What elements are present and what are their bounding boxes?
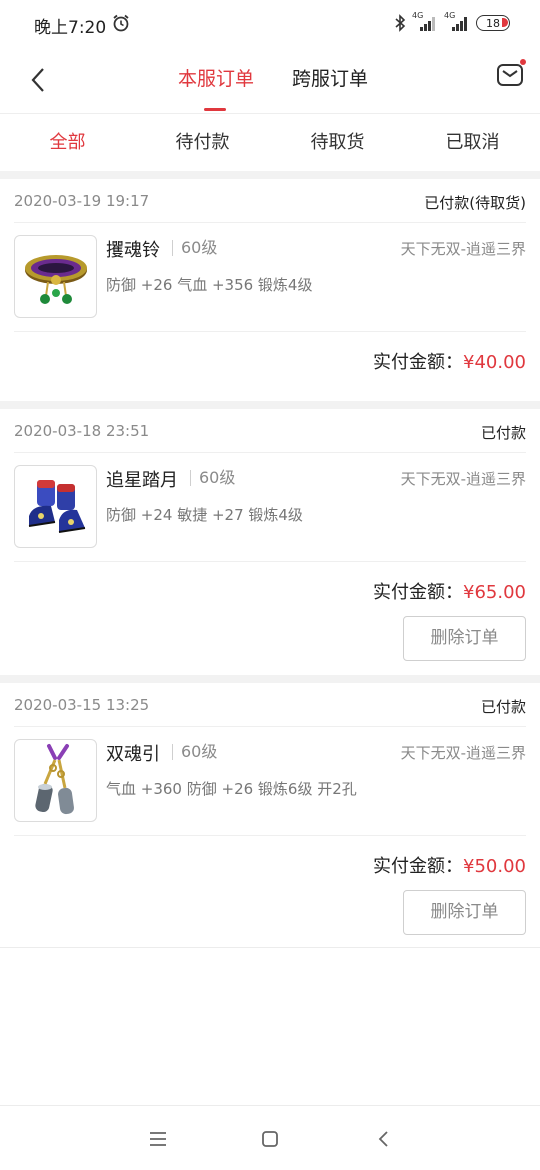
item-attributes: 气血 +360 防御 +26 锻炼6级 开2孔 [106, 780, 357, 798]
section-gap [0, 171, 540, 179]
envelope-icon [497, 64, 523, 86]
home-button[interactable] [255, 1124, 285, 1154]
system-nav-bar [0, 1105, 540, 1170]
order-card[interactable]: 2020-03-19 19:17 已付款(待取货) 攫魂铃 60级 天下无双-逍… [0, 179, 540, 401]
paid-amount: 实付金额：¥40.00 [373, 348, 526, 374]
order-status: 已付款 [480, 698, 526, 716]
boots-icon [14, 465, 97, 548]
paid-amount: 实付金额：¥50.00 [373, 852, 526, 878]
order-header: 2020-03-18 23:51 已付款 [14, 409, 526, 453]
tab-cross-server-orders[interactable]: 跨服订单 [292, 64, 368, 91]
triangle-back-icon [378, 1131, 388, 1147]
list-end-divider [0, 947, 540, 948]
amount-label: 实付金额： [373, 582, 464, 603]
active-tab-indicator [204, 108, 226, 111]
section-gap [0, 401, 540, 409]
divider [14, 561, 526, 562]
order-time: 2020-03-15 13:25 [14, 696, 150, 714]
status-time: 晚上7:20 [34, 18, 107, 38]
amount-value: ¥50.00 [463, 856, 526, 877]
tab-pending-pickup[interactable]: 待取货 [270, 114, 405, 171]
order-card[interactable]: 2020-03-18 23:51 已付款 追星踏月 60级 天下无双-逍遥三界 … [0, 409, 540, 675]
battery-icon: 18 [476, 15, 510, 31]
alarm-clock-icon [111, 13, 131, 33]
tab-pending-payment[interactable]: 待付款 [135, 114, 270, 171]
status-icons: 4G 4G 18 [394, 11, 510, 34]
item-server: 天下无双-逍遥三界 [400, 744, 526, 762]
delete-order-button[interactable]: 删除订单 [403, 616, 526, 661]
amount-label: 实付金额： [373, 352, 464, 373]
divider [14, 835, 526, 836]
amount-value: ¥65.00 [463, 582, 526, 603]
bluetooth-icon [394, 14, 406, 32]
order-header: 2020-03-19 19:17 已付款(待取货) [14, 179, 526, 223]
order-card[interactable]: 2020-03-15 13:25 已付款 双魂引 60级 天下无双-逍遥三界 气… [0, 683, 540, 947]
divider [14, 331, 526, 332]
signal-icon-1: 4G [412, 11, 438, 32]
tab-cancelled[interactable]: 已取消 [405, 114, 540, 171]
chevron-left-icon [31, 68, 44, 92]
square-home-icon [262, 1131, 278, 1147]
unread-dot [520, 59, 526, 65]
paid-amount: 实付金额：¥65.00 [373, 578, 526, 604]
tab-all[interactable]: 全部 [0, 114, 135, 171]
amount-label: 实付金额： [373, 856, 464, 877]
menu-icon [150, 1132, 166, 1146]
item-server: 天下无双-逍遥三界 [400, 470, 526, 488]
order-header: 2020-03-15 13:25 已付款 [14, 683, 526, 727]
order-time: 2020-03-18 23:51 [14, 422, 150, 440]
item-name: 双魂引 [106, 744, 160, 765]
status-bar: 晚上7:20 4G 4G 18 [0, 0, 540, 48]
order-status: 已付款 [480, 424, 526, 442]
chain-pendant-icon [14, 739, 97, 822]
item-attributes: 防御 +26 气血 +356 锻炼4级 [106, 276, 313, 294]
back-button[interactable] [20, 62, 56, 98]
signal-icon-2: 4G [444, 11, 470, 32]
order-time: 2020-03-19 19:17 [14, 192, 150, 210]
message-button[interactable] [496, 59, 526, 90]
order-status-tabs: 全部 待付款 待取货 已取消 [0, 114, 540, 171]
order-status: 已付款(待取货) [424, 194, 526, 212]
item-attributes: 防御 +24 敏捷 +27 锻炼4级 [106, 506, 303, 524]
item-name: 攫魂铃 [106, 240, 160, 261]
delete-order-button[interactable]: 删除订单 [403, 890, 526, 935]
item-level: 60级 [172, 240, 217, 256]
tab-local-orders[interactable]: 本服订单 [178, 64, 254, 91]
menu-button[interactable] [143, 1124, 173, 1154]
header: 本服订单 跨服订单 [0, 48, 540, 114]
amount-value: ¥40.00 [463, 352, 526, 373]
system-back-button[interactable] [368, 1124, 398, 1154]
section-gap [0, 675, 540, 683]
item-level: 60级 [172, 744, 217, 760]
item-name: 追星踏月 [106, 470, 178, 491]
item-server: 天下无双-逍遥三界 [400, 240, 526, 258]
battery-level: 18 [486, 16, 500, 30]
item-level: 60级 [190, 470, 235, 486]
bracelet-icon [14, 235, 97, 318]
